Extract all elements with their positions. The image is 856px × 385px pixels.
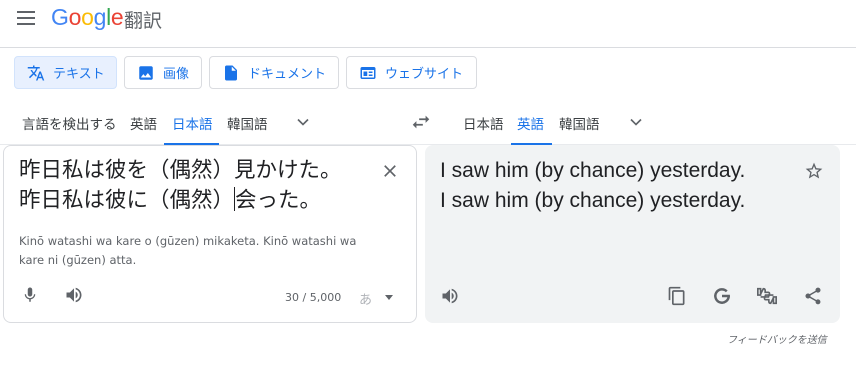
translation-listen-button[interactable] (438, 284, 462, 308)
input-method-button[interactable]: あ (359, 289, 372, 308)
translation-line: I saw him (by chance) yesterday. (440, 189, 746, 212)
logo-letter: o (68, 4, 82, 30)
tab-document[interactable]: ドキュメント (209, 56, 339, 89)
tab-image-label: 画像 (163, 67, 190, 82)
share-icon (805, 287, 821, 305)
star-icon (805, 162, 823, 179)
source-text-line: 昨日私は彼を（偶然）見かけた。 (19, 158, 342, 183)
source-panel: 昨日私は彼を（偶然）見かけた。 昨日私は彼に（偶然）会った。 Kinō wata… (3, 145, 417, 323)
voice-input-button[interactable] (18, 283, 42, 307)
swap-languages-icon[interactable] (410, 111, 432, 133)
menu-icon-bar (17, 23, 35, 25)
share-translation-button[interactable] (801, 284, 825, 308)
translate-icon (27, 65, 45, 80)
source-listen-button[interactable] (62, 283, 86, 307)
menu-icon (17, 11, 35, 13)
translation-text: I saw him (by chance) yesterday. I saw h… (440, 156, 790, 216)
tab-document-label: ドキュメント (248, 67, 327, 82)
speaker-icon (66, 287, 82, 303)
source-text-segment: 昨日私は彼に（偶然） (19, 188, 235, 213)
target-lang-japanese[interactable]: 日本語 (463, 113, 504, 133)
tab-image[interactable]: 画像 (124, 56, 202, 89)
google-search-button[interactable] (710, 284, 734, 308)
app-header: Google 翻訳 (0, 0, 856, 48)
input-method-dropdown-icon[interactable] (385, 295, 393, 300)
tab-text[interactable]: テキスト (14, 56, 117, 89)
target-lang-more-icon[interactable] (626, 112, 646, 132)
copy-translation-button[interactable] (665, 284, 689, 308)
source-text-input[interactable]: 昨日私は彼を（偶然）見かけた。 昨日私は彼に（偶然）会った。 (19, 156, 359, 216)
copy-icon (668, 286, 685, 306)
tab-text-label: テキスト (53, 67, 105, 82)
microphone-icon (24, 287, 36, 302)
source-lang-korean[interactable]: 韓国語 (227, 113, 268, 133)
source-lang-more-icon[interactable] (293, 112, 313, 132)
image-icon (139, 65, 153, 80)
website-icon (360, 66, 376, 79)
source-text-line: 昨日私は彼に（偶然）会った。 (19, 186, 359, 216)
source-lang-detect[interactable]: 言語を検出する (22, 113, 117, 133)
google-g-icon (714, 288, 730, 304)
menu-icon-bar (17, 17, 35, 19)
target-lang-korean[interactable]: 韓国語 (559, 113, 600, 133)
document-icon (225, 65, 237, 80)
app-name: 翻訳 (124, 10, 163, 32)
character-count: 30 / 5,000 (285, 291, 342, 304)
romanization-text: Kinō watashi wa kare o (gūzen) mikaketa.… (19, 234, 357, 267)
thumbs-up-down-icon (757, 287, 777, 305)
save-translation-button[interactable] (802, 159, 826, 183)
rate-translation-button[interactable] (755, 284, 779, 308)
google-logo[interactable]: Google (51, 4, 124, 31)
send-feedback-link[interactable]: フィードバックを送信 (727, 331, 827, 346)
clear-text-icon[interactable] (380, 161, 400, 181)
source-lang-japanese[interactable]: 日本語 (172, 113, 213, 133)
target-lang-english[interactable]: 英語 (517, 113, 544, 133)
source-lang-english[interactable]: 英語 (130, 113, 157, 133)
translation-line: I saw him (by chance) yesterday. (440, 159, 746, 182)
tab-website-label: ウェブサイト (385, 67, 464, 82)
tab-website[interactable]: ウェブサイト (346, 56, 477, 89)
logo-letter: o (81, 4, 94, 30)
source-text-segment: 会った。 (235, 188, 322, 213)
translation-panel: I saw him (by chance) yesterday. I saw h… (425, 145, 840, 323)
logo-letter: g (93, 4, 107, 30)
main-menu-button[interactable] (12, 6, 40, 30)
speaker-icon (442, 288, 458, 304)
logo-letter: G (51, 4, 69, 30)
logo-letter: e (110, 4, 124, 30)
